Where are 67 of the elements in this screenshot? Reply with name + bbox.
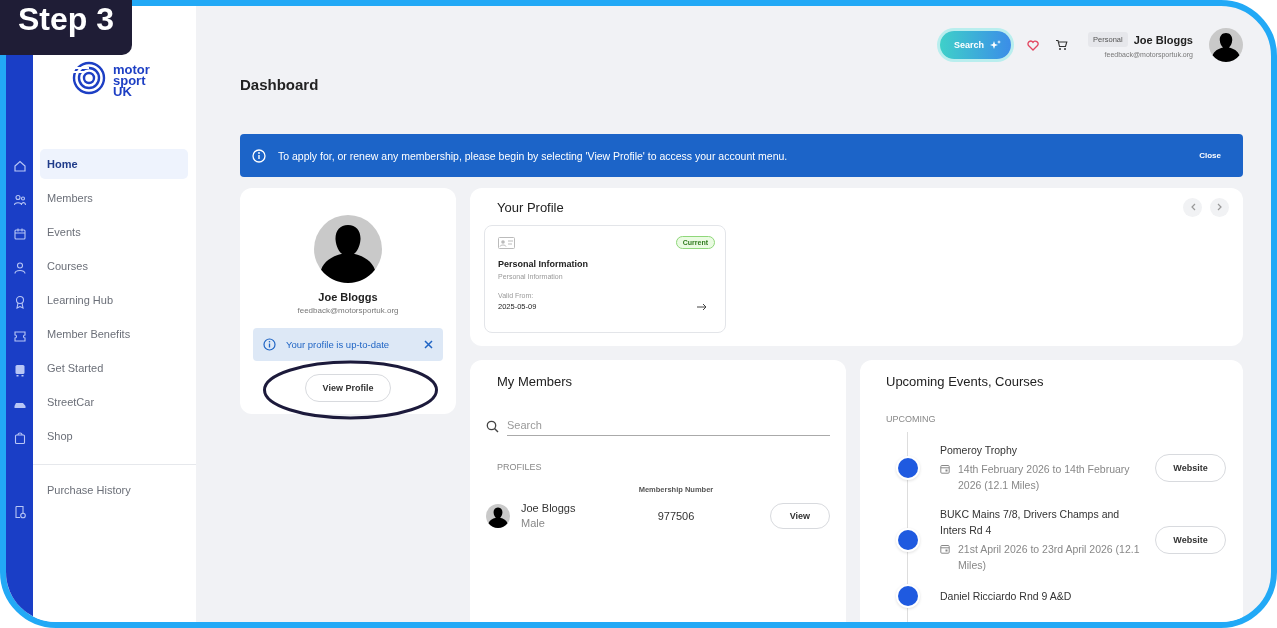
avatar-silhouette[interactable] [1209,28,1243,62]
chevron-left-icon [1189,203,1196,211]
timeline-dot [898,529,918,550]
search-icon [486,419,499,433]
notice-text: Your profile is up-to-date [286,339,391,350]
section-label: PROFILES [497,462,543,472]
person-icon [12,261,27,275]
bag-icon [12,431,27,445]
membership-number: 977506 [656,509,696,522]
profile-name: Joe Bloggs [318,291,378,303]
calendar-icon [940,544,950,554]
website-button[interactable]: Website [1155,525,1226,554]
event-title: Pomeroy Trophy [940,443,1019,458]
sidebar-item[interactable]: StreetCar [40,387,188,417]
search-field[interactable]: Search [507,416,830,436]
website-button[interactable]: Website [1155,453,1226,482]
card-heading: Personal Information [498,259,589,269]
avatar-silhouette [486,503,510,528]
info-icon [252,148,266,163]
receipt-icon [12,505,27,519]
member-name: Joe Bloggs [521,502,576,514]
logo-text: motor [113,64,150,75]
id-card-icon [498,236,515,249]
sidebar-item[interactable]: Purchase History [40,475,188,505]
user-name: Joe Bloggs [1133,33,1193,46]
sidebar-item[interactable]: Members [40,183,188,213]
event-dates: 21st April 2026 to 23rd April 2026 (12.1 Miles) [958,542,1141,573]
calendar-icon [940,464,950,474]
calendar-icon [12,227,27,241]
heart-icon[interactable] [1027,39,1040,51]
cart-icon[interactable] [1055,39,1069,51]
banner-message: To apply for, or renew any membership, please begin by selecting 'View Profile' to access your account menu. [278,149,789,162]
sidebar-item[interactable]: Events [40,217,188,247]
sidebar-item[interactable]: Courses [40,251,188,281]
info-icon [263,338,276,351]
sparkle-icon [989,39,1002,51]
people-icon [12,193,27,207]
view-button[interactable]: View [769,502,830,529]
arrow-right-icon [697,303,707,311]
card-title: Your Profile [497,199,565,215]
event-dates: 14th February 2026 to 14th February 2026 (12.1 Miles) [958,462,1131,493]
sidebar-item[interactable]: Member Benefits [40,319,188,349]
step-badge: Step 3 [0,0,132,55]
logo-text: sport [113,75,146,86]
sidebar-item[interactable]: Learning Hub [40,285,188,315]
close-icon[interactable] [424,340,433,349]
view-profile-button[interactable]: View Profile [304,374,392,402]
sidebar-item[interactable]: Get Started [40,353,188,383]
avatar-silhouette [314,215,382,283]
close-link[interactable]: Close [1199,151,1221,160]
logo-swirl-icon [71,60,107,96]
timeline-dot [898,457,918,478]
sidebar-item[interactable]: Shop [40,421,188,451]
logo-text: UK [113,86,132,97]
chevron-right-icon [1216,203,1223,211]
home-icon [12,159,27,173]
page-title: Dashboard [240,75,320,95]
ticket-icon [12,329,27,343]
event-title: Daniel Ricciardo Rnd 9 A&D [940,589,1073,604]
profile-email: feedback@motorsportuk.org [297,306,399,315]
member-gender: Male [521,517,546,529]
event-title: BUKC Mains 7/8, Drivers Champs and Inters Rd 4 [940,507,1121,538]
section-label: UPCOMING [886,414,937,424]
timeline-dot [898,586,918,606]
sidebar-item[interactable]: Home [40,149,188,179]
card-title: Upcoming Events, Courses [886,374,1045,389]
card-title: My Members [496,374,574,389]
